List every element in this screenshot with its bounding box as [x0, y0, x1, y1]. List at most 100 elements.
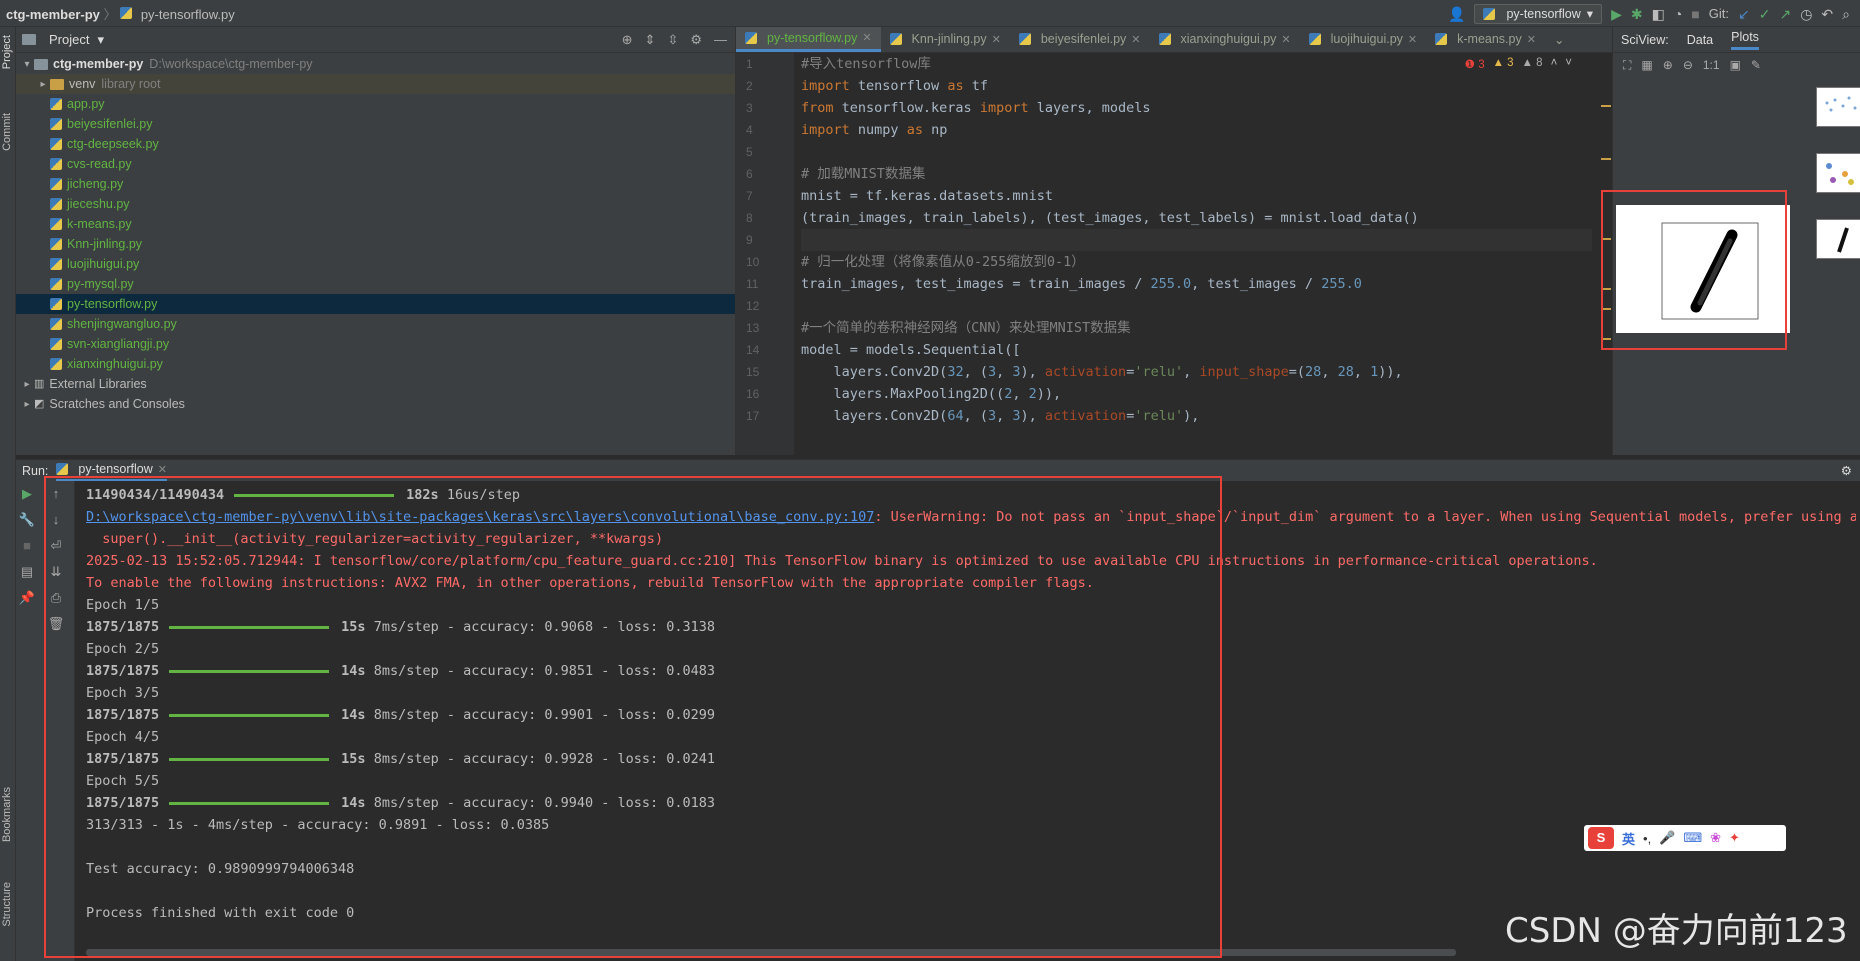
gear-icon[interactable]: ⚙	[690, 32, 702, 48]
tree-item-file[interactable]: k-means.py	[16, 214, 735, 234]
code-line[interactable]: layers.MaxPooling2D((2, 2)),	[801, 383, 1592, 405]
inspection-widget[interactable]: ❶ 3 ▲ 3 ▲ 8 ˄ ˅	[1465, 57, 1572, 71]
expand-all-icon[interactable]: ⇕	[645, 32, 656, 48]
tree-item-external-libraries[interactable]: ▸ ▥ External Libraries	[16, 374, 735, 394]
code-line[interactable]: import tensorflow as tf	[801, 75, 1592, 97]
locate-icon[interactable]: ⊕	[622, 32, 633, 48]
project-tool-button[interactable]: Project	[1, 35, 13, 69]
actual-size-label[interactable]: 1:1	[1703, 58, 1720, 72]
tree-item-file[interactable]: cvs-read.py	[16, 154, 735, 174]
undo-icon[interactable]: ↶	[1821, 7, 1833, 21]
tree-item-file[interactable]: luojihuigui.py	[16, 254, 735, 274]
git-commit-icon[interactable]: ✓	[1759, 7, 1771, 21]
project-panel-title[interactable]: Project	[49, 32, 89, 47]
collapse-all-icon[interactable]: ⇳	[667, 32, 678, 48]
chevron-right-icon[interactable]: ▸	[20, 399, 34, 410]
tree-item-file[interactable]: beiyesifenlei.py	[16, 114, 735, 134]
debug-icon[interactable]: ✱	[1631, 7, 1643, 21]
grid-icon[interactable]: ▦	[1641, 58, 1652, 72]
chevron-right-icon[interactable]: ▸	[20, 379, 34, 390]
tree-root[interactable]: ▾ ctg-member-py D:\workspace\ctg-member-…	[16, 54, 735, 74]
tree-item-file[interactable]: py-mysql.py	[16, 274, 735, 294]
chevron-right-icon[interactable]: ▸	[36, 79, 50, 90]
toolbox-icon[interactable]: ✦	[1729, 830, 1740, 846]
pin-icon[interactable]: 📌	[16, 585, 38, 611]
commit-tool-button[interactable]: Commit	[1, 113, 13, 151]
tree-item-file[interactable]: ctg-deepseek.py	[16, 134, 735, 154]
breadcrumb-project[interactable]: ctg-member-py	[6, 7, 100, 22]
code-line[interactable]: # 加载MNIST数据集	[801, 163, 1592, 185]
tab-data[interactable]: Data	[1687, 33, 1713, 47]
code-line[interactable]: #一个简单的卷积神经网络（CNN）来处理MNIST数据集	[801, 317, 1592, 339]
ime-punct[interactable]: •,	[1643, 831, 1651, 846]
plot-thumbnail[interactable]	[1816, 219, 1860, 259]
color-picker-icon[interactable]: ✎	[1751, 58, 1761, 72]
code-line[interactable]: import numpy as np	[801, 119, 1592, 141]
close-icon[interactable]: ✕	[992, 33, 1001, 46]
close-icon[interactable]: ✕	[1527, 33, 1536, 46]
tree-item-file[interactable]: app.py	[16, 94, 735, 114]
rerun-icon[interactable]: ▶	[16, 481, 38, 507]
editor-tab[interactable]: luojihuigui.py ✕	[1300, 27, 1427, 52]
code-line[interactable]: mnist = tf.keras.datasets.mnist	[801, 185, 1592, 207]
search-icon[interactable]: ⌕	[1842, 7, 1850, 21]
fullscreen-icon[interactable]: ⛶	[1623, 58, 1631, 73]
plot-thumbnail[interactable]	[1816, 153, 1860, 193]
editor-tab[interactable]: beiyesifenlei.py ✕	[1010, 27, 1150, 52]
microphone-icon[interactable]: 🎤	[1659, 830, 1675, 846]
structure-tool-button[interactable]: Structure	[1, 882, 13, 927]
code-line[interactable]: from tensorflow.keras import layers, mod…	[801, 97, 1592, 119]
history-icon[interactable]: ◷	[1800, 7, 1812, 21]
tree-item-file[interactable]: jieceshu.py	[16, 194, 735, 214]
code-line[interactable]: model = models.Sequential([	[801, 339, 1592, 361]
profile-icon[interactable]: ◔	[1674, 7, 1682, 21]
code-line[interactable]: (train_images, train_labels), (test_imag…	[801, 207, 1592, 229]
stop-icon[interactable]: ■	[1691, 7, 1699, 21]
chevron-down-icon[interactable]: ▾	[97, 32, 104, 48]
close-icon[interactable]: ✕	[862, 31, 871, 44]
code-line[interactable]	[801, 295, 1592, 317]
ime-toolbar[interactable]: S 英 •, 🎤 ⌨ ❀ ✦	[1584, 825, 1786, 851]
tree-item-file[interactable]: py-tensorflow.py	[16, 294, 735, 314]
close-icon[interactable]: ✕	[1408, 33, 1417, 46]
close-icon[interactable]: ✕	[1281, 33, 1290, 46]
user-icon[interactable]: 👤	[1448, 7, 1465, 21]
plot-thumbnail[interactable]	[1816, 87, 1860, 127]
breadcrumb-file[interactable]: py-tensorflow.py	[141, 7, 235, 22]
chevron-down-icon[interactable]: ˅	[1565, 57, 1572, 71]
git-update-icon[interactable]: ↙	[1738, 7, 1750, 21]
editor-tab[interactable]: k-means.py ✕	[1426, 27, 1545, 52]
code-line[interactable]: layers.Conv2D(64, (3, 3), activation='re…	[801, 405, 1592, 427]
tree-item-venv[interactable]: ▸ venv library root	[16, 74, 735, 94]
tree-item-file[interactable]: Knn-jinling.py	[16, 234, 735, 254]
editor-tab[interactable]: xianxinghuigui.py ✕	[1150, 27, 1300, 52]
run-config-select[interactable]: py-tensorflow ▾	[1474, 3, 1603, 24]
tree-item-file[interactable]: xianxinghuigui.py	[16, 354, 735, 374]
tabs-overflow-button[interactable]: ⌄	[1545, 27, 1573, 52]
fit-icon[interactable]: ▣	[1730, 58, 1741, 72]
tree-item-scratches[interactable]: ▸ ◩ Scratches and Consoles	[16, 394, 735, 414]
chevron-down-icon[interactable]: ▾	[20, 59, 34, 70]
ime-lang[interactable]: 英	[1622, 829, 1635, 848]
bookmarks-tool-button[interactable]: Bookmarks	[1, 787, 13, 842]
code-line[interactable]: layers.Conv2D(32, (3, 3), activation='re…	[801, 361, 1592, 383]
zoom-out-icon[interactable]: ⊖	[1683, 58, 1693, 72]
tree-item-file[interactable]: shenjingwangluo.py	[16, 314, 735, 334]
chevron-up-icon[interactable]: ˄	[1551, 57, 1558, 71]
tree-item-file[interactable]: jicheng.py	[16, 174, 735, 194]
gear-icon[interactable]: ⚙	[1841, 463, 1852, 478]
git-push-icon[interactable]: ↗	[1779, 7, 1791, 21]
editor-tab[interactable]: Knn-jinling.py ✕	[881, 27, 1010, 52]
code-line[interactable]	[801, 229, 1592, 251]
zoom-in-icon[interactable]: ⊕	[1663, 58, 1673, 72]
code-line[interactable]: # 归一化处理（将像素值从0-255缩放到0-1）	[801, 251, 1592, 273]
code-line[interactable]	[801, 141, 1592, 163]
code-line[interactable]: train_images, test_images = train_images…	[801, 273, 1592, 295]
tab-plots[interactable]: Plots	[1731, 30, 1759, 50]
layout-icon[interactable]: ▤	[16, 559, 38, 585]
skin-icon[interactable]: ❀	[1710, 830, 1721, 846]
run-icon[interactable]: ▶	[1611, 7, 1622, 21]
code-area[interactable]: #导入tensorflow库 import tensorflow as tf fro…	[801, 53, 1592, 455]
minimize-icon[interactable]: —	[714, 32, 727, 48]
coverage-icon[interactable]: ◧	[1652, 7, 1665, 21]
